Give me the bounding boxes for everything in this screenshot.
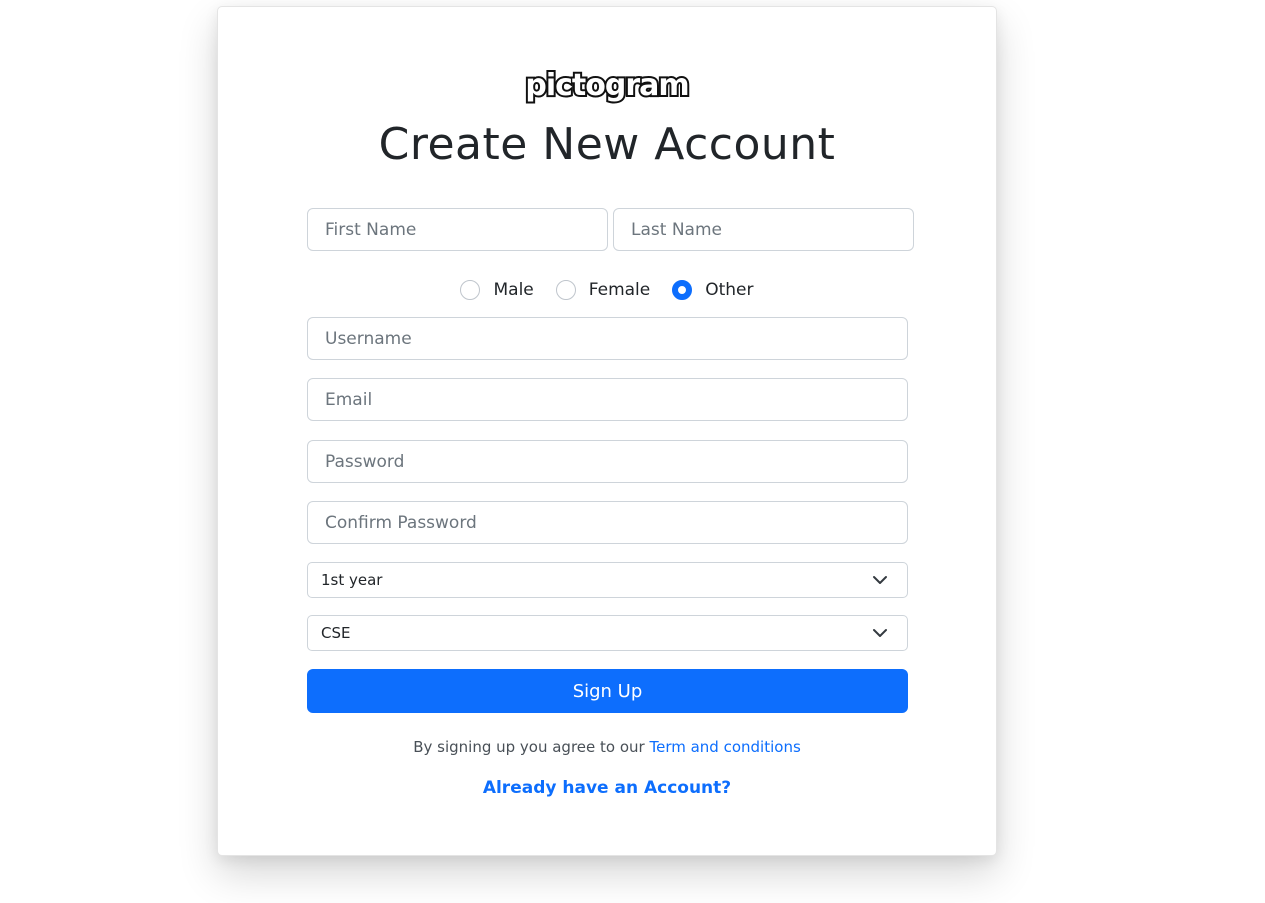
- page-title: Create New Account: [378, 119, 836, 170]
- other-radio[interactable]: [672, 280, 693, 300]
- terms-notice: By signing up you agree to our Term and …: [218, 738, 996, 756]
- female-radio[interactable]: [555, 280, 576, 300]
- login-link[interactable]: Already have an Account?: [218, 778, 996, 798]
- branch-select[interactable]: CSE: [307, 615, 908, 651]
- female-label: Female: [588, 280, 651, 300]
- email-input[interactable]: [307, 378, 908, 421]
- first-name-input[interactable]: [307, 208, 608, 251]
- year-select-value: 1st year: [321, 571, 383, 589]
- male-radio[interactable]: [460, 280, 481, 300]
- gender-option-other[interactable]: Other: [672, 280, 754, 300]
- branch-select-value: CSE: [321, 624, 351, 642]
- gender-radio-group: Male Female Other: [218, 277, 996, 303]
- terms-prefix: By signing up you agree to our: [413, 738, 645, 756]
- gender-option-female[interactable]: Female: [555, 280, 651, 300]
- sign-up-button[interactable]: Sign Up: [307, 669, 908, 713]
- terms-link[interactable]: Term and conditions: [649, 738, 800, 756]
- year-select[interactable]: 1st year: [307, 562, 908, 598]
- pictogram-logo: pictogram: [218, 62, 996, 112]
- username-input[interactable]: [307, 317, 908, 360]
- confirm-password-input[interactable]: [307, 501, 908, 544]
- svg-text:pictogram: pictogram: [525, 68, 688, 103]
- signup-card: pictogram Create New Account Male Female…: [217, 6, 997, 856]
- other-label: Other: [705, 280, 754, 300]
- male-label: Male: [493, 280, 534, 300]
- last-name-input[interactable]: [613, 208, 914, 251]
- pictogram-logo-image: pictogram: [523, 66, 691, 105]
- password-input[interactable]: [307, 440, 908, 483]
- chevron-down-icon: [872, 571, 888, 589]
- gender-option-male[interactable]: Male: [460, 280, 534, 300]
- chevron-down-icon: [872, 624, 888, 642]
